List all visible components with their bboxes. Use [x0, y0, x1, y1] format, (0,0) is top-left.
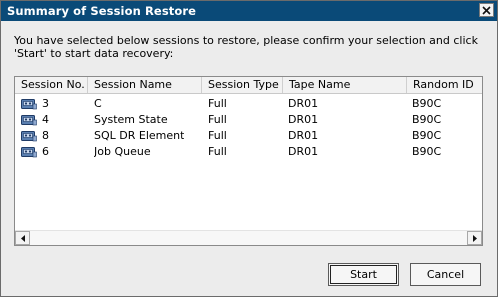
session-no: 8: [42, 129, 49, 142]
column-header-session-name[interactable]: Session Name: [88, 77, 202, 93]
tape-name: DR01: [288, 145, 319, 158]
tape-session-icon: [21, 131, 37, 142]
tape-name: DR01: [288, 129, 319, 142]
random-id: B90C: [412, 97, 442, 110]
table-row[interactable]: 3 C Full DR01 B90C: [15, 96, 482, 112]
cancel-button[interactable]: Cancel: [410, 263, 481, 286]
random-id: B90C: [412, 145, 442, 158]
table-row[interactable]: 6 Job Queue Full DR01 B90C: [15, 144, 482, 160]
column-header-session-type[interactable]: Session Type: [202, 77, 283, 93]
session-name: C: [94, 97, 102, 110]
session-type: Full: [208, 145, 227, 158]
column-header-random-id[interactable]: Random ID: [407, 77, 482, 93]
random-id: B90C: [412, 113, 442, 126]
scroll-left-arrow-icon: [20, 234, 25, 242]
tape-name: DR01: [288, 97, 319, 110]
title-bar[interactable]: Summary of Session Restore: [1, 1, 497, 21]
close-button[interactable]: [479, 3, 494, 17]
random-id: B90C: [412, 129, 442, 142]
tape-session-icon: [21, 147, 37, 158]
session-no: 6: [42, 145, 49, 158]
scroll-right-arrow-icon: [472, 234, 477, 242]
session-name: Job Queue: [94, 145, 151, 158]
close-icon: [482, 5, 491, 15]
tape-session-icon: [21, 115, 37, 126]
scroll-left-button[interactable]: [15, 231, 30, 245]
table-row[interactable]: 8 SQL DR Element Full DR01 B90C: [15, 128, 482, 144]
start-button[interactable]: Start: [328, 263, 399, 286]
column-header-tape-name[interactable]: Tape Name: [283, 77, 407, 93]
session-name: SQL DR Element: [94, 129, 185, 142]
instruction-text: You have selected below sessions to rest…: [14, 34, 478, 60]
session-no: 4: [42, 113, 49, 126]
dialog-title: Summary of Session Restore: [7, 4, 197, 18]
tape-session-icon: [21, 99, 37, 110]
column-header-session-no[interactable]: Session No.: [15, 77, 88, 93]
tape-name: DR01: [288, 113, 319, 126]
session-no: 3: [42, 97, 49, 110]
session-name: System State: [94, 113, 168, 126]
scroll-right-button[interactable]: [467, 231, 482, 245]
session-type: Full: [208, 97, 227, 110]
session-list[interactable]: Session No. Session Name Session Type Ta…: [14, 76, 483, 246]
session-restore-dialog: Summary of Session Restore You have sele…: [0, 0, 498, 297]
horizontal-scrollbar[interactable]: [15, 230, 482, 245]
session-type: Full: [208, 113, 227, 126]
scroll-track[interactable]: [30, 231, 467, 245]
table-row[interactable]: 4 System State Full DR01 B90C: [15, 112, 482, 128]
list-header: Session No. Session Name Session Type Ta…: [15, 77, 482, 94]
session-type: Full: [208, 129, 227, 142]
